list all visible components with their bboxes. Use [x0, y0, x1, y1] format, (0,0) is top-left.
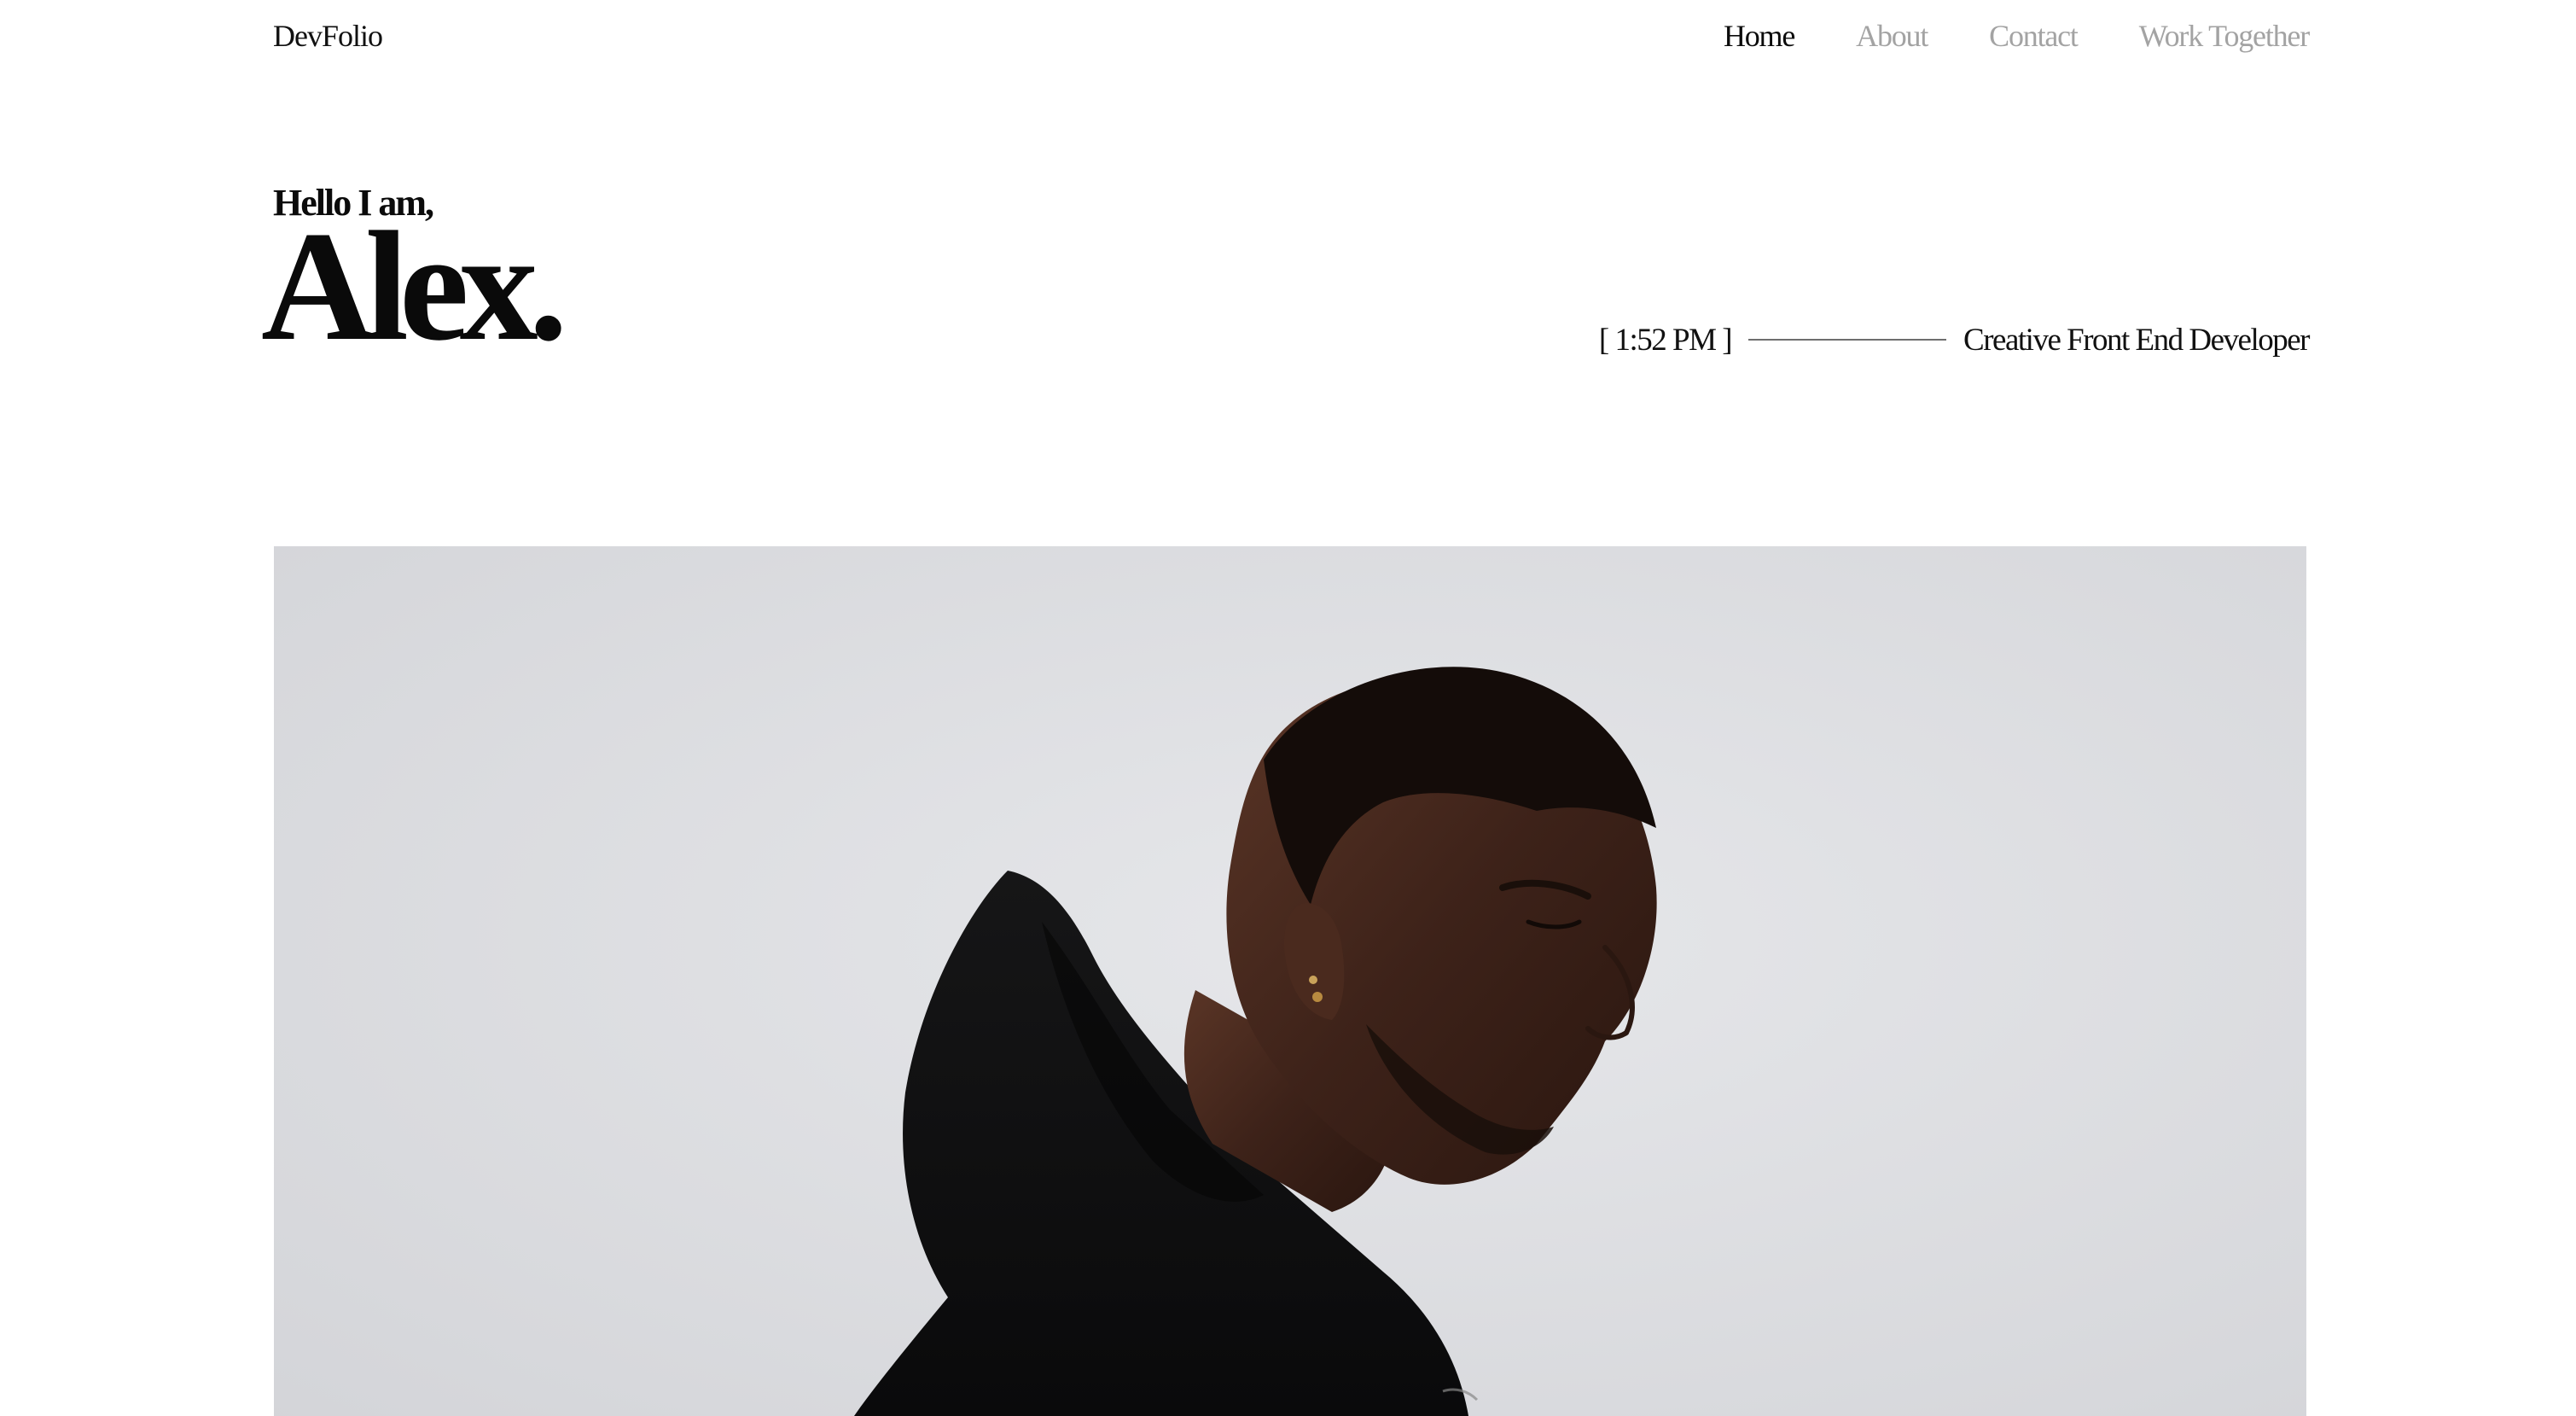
local-time: [ 1:52 PM ] — [1598, 322, 1733, 358]
portrait-illustration — [274, 546, 2306, 1416]
nav-item-about[interactable]: About — [1856, 15, 1928, 56]
nav-item-work-together[interactable]: Work Together — [2139, 15, 2310, 56]
portrait-photo — [274, 546, 2306, 1416]
nav-item-contact[interactable]: Contact — [1989, 15, 2079, 56]
page: DevFolio Home About Contact Work Togethe… — [0, 0, 2576, 1416]
hero-name: Alex. — [261, 199, 568, 373]
tagline-divider — [1748, 339, 1947, 341]
hero-tagline: [ 1:52 PM ] Creative Front End Developer — [1598, 316, 2311, 364]
nav-item-home[interactable]: Home — [1724, 15, 1795, 56]
main-nav: Home About Contact Work Together — [1724, 15, 2310, 56]
role-title: Creative Front End Developer — [1963, 322, 2310, 358]
logo-link[interactable]: DevFolio — [273, 15, 383, 56]
